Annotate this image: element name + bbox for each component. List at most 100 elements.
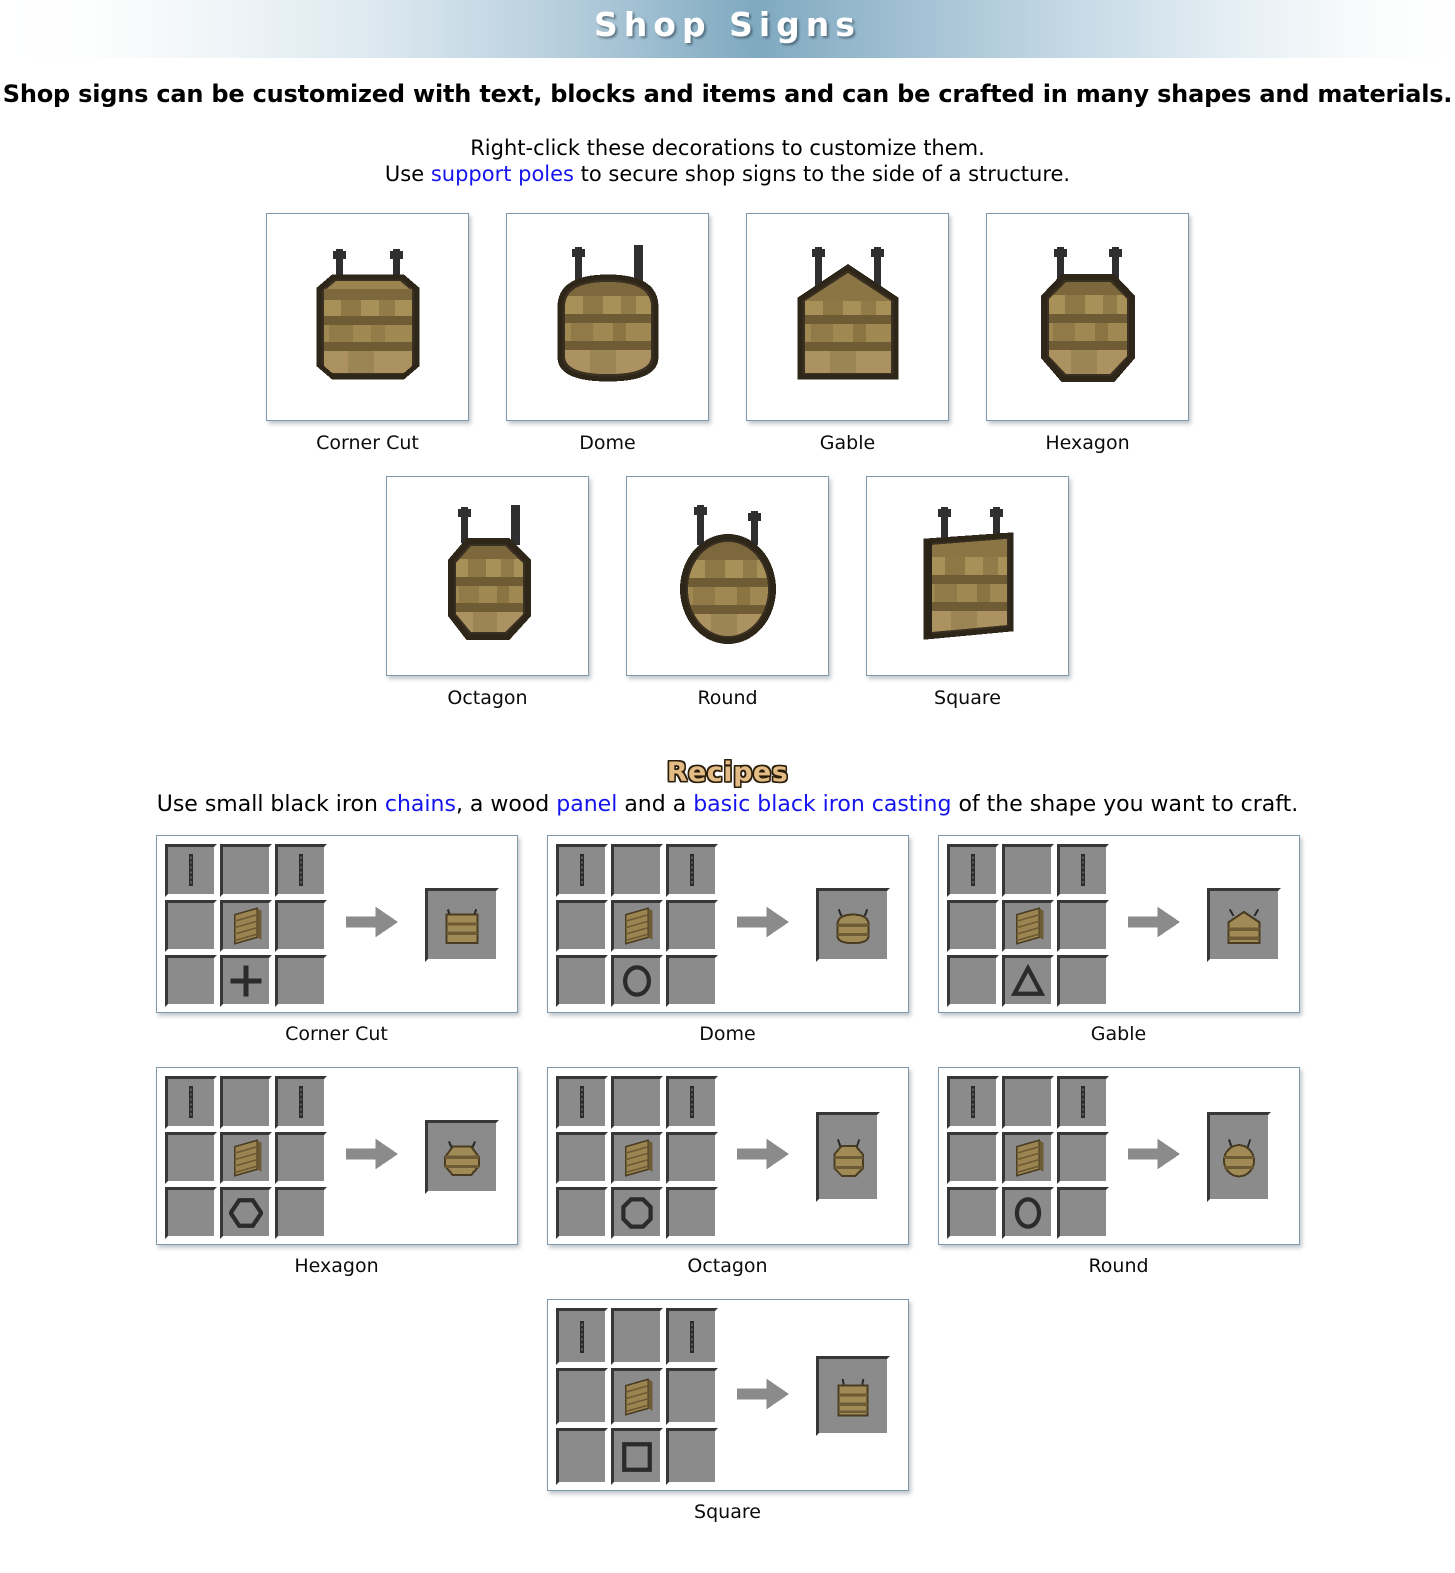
slot-1-1[interactable] — [610, 899, 664, 952]
slot-1-1[interactable] — [610, 1131, 664, 1184]
recipes-section-title: Recipes — [666, 757, 789, 789]
recipe-output-slot-round[interactable] — [1206, 1112, 1271, 1203]
slot-0-2[interactable] — [666, 1308, 719, 1366]
slot-0-0[interactable] — [164, 844, 217, 897]
slot-2-0[interactable] — [946, 1186, 999, 1240]
slot-2-2[interactable] — [1057, 1186, 1110, 1240]
page-header-banner: Shop Signs — [0, 0, 1455, 58]
recipe-output-slot-hexagon[interactable] — [424, 1120, 499, 1195]
slot-1-0[interactable] — [164, 1131, 217, 1184]
slot-0-1[interactable] — [610, 1308, 664, 1366]
recipe-cell-octagon: Octagon — [546, 1067, 909, 1277]
slot-1-2[interactable] — [666, 899, 719, 952]
crafting-grid-corner-cut[interactable] — [164, 844, 328, 1008]
slot-2-2[interactable] — [666, 954, 719, 1008]
slot-1-0[interactable] — [946, 1131, 999, 1184]
slot-2-0[interactable] — [164, 1186, 217, 1240]
shape-card-gable[interactable] — [746, 213, 949, 422]
slot-2-1[interactable] — [219, 954, 273, 1008]
slot-1-2[interactable] — [666, 1131, 719, 1184]
recipe-output-slot-square[interactable] — [815, 1356, 890, 1437]
slot-0-2[interactable] — [275, 844, 328, 897]
recipe-card-square[interactable] — [546, 1299, 909, 1492]
slot-2-1[interactable] — [610, 1186, 664, 1240]
slot-2-2[interactable] — [666, 1186, 719, 1240]
slot-2-0[interactable] — [555, 954, 608, 1008]
recipe-card-dome[interactable] — [546, 835, 909, 1014]
recipe-output-slot-corner-cut[interactable] — [424, 888, 499, 963]
shape-cell-round: Round — [626, 476, 829, 709]
slot-0-0[interactable] — [555, 844, 608, 897]
slot-2-2[interactable] — [1057, 954, 1110, 1008]
crafting-grid-round[interactable] — [946, 1076, 1110, 1240]
slot-2-2[interactable] — [275, 954, 328, 1008]
slot-0-2[interactable] — [666, 844, 719, 897]
slot-0-0[interactable] — [555, 1308, 608, 1366]
slot-0-0[interactable] — [555, 1076, 608, 1129]
slot-2-1[interactable] — [1001, 1186, 1055, 1240]
recipe-card-round[interactable] — [937, 1067, 1300, 1246]
slot-0-1[interactable] — [1001, 844, 1055, 897]
slot-1-2[interactable] — [666, 1368, 719, 1426]
crafting-grid-square[interactable] — [555, 1308, 719, 1486]
slot-2-0[interactable] — [164, 954, 217, 1008]
recipe-card-hexagon[interactable] — [155, 1067, 518, 1246]
slot-0-1[interactable] — [610, 1076, 664, 1129]
slot-2-0[interactable] — [555, 1428, 608, 1486]
intro-line-2-pre: Use — [384, 161, 431, 186]
slot-2-2[interactable] — [666, 1428, 719, 1486]
slot-1-0[interactable] — [164, 899, 217, 952]
basic-black-iron-casting-link[interactable]: basic black iron casting — [693, 792, 951, 817]
crafting-grid-octagon[interactable] — [555, 1076, 719, 1240]
slot-2-1[interactable] — [1001, 954, 1055, 1008]
recipe-output-slot-gable[interactable] — [1206, 888, 1281, 963]
shape-card-square[interactable] — [866, 476, 1069, 677]
recipe-card-octagon[interactable] — [546, 1067, 909, 1246]
slot-1-0[interactable] — [946, 899, 999, 952]
recipe-output-slot-dome[interactable] — [815, 888, 890, 963]
slot-2-1[interactable] — [610, 1428, 664, 1486]
shape-card-round[interactable] — [626, 476, 829, 677]
shape-card-octagon[interactable] — [386, 476, 589, 677]
recipe-card-gable[interactable] — [937, 835, 1300, 1014]
slot-0-0[interactable] — [946, 1076, 999, 1129]
slot-1-0[interactable] — [555, 1131, 608, 1184]
slot-1-2[interactable] — [275, 1131, 328, 1184]
slot-2-0[interactable] — [555, 1186, 608, 1240]
shape-card-corner-cut[interactable] — [266, 213, 469, 422]
slot-0-2[interactable] — [666, 1076, 719, 1129]
crafting-grid-hexagon[interactable] — [164, 1076, 328, 1240]
slot-0-1[interactable] — [219, 1076, 273, 1129]
slot-0-1[interactable] — [610, 844, 664, 897]
slot-2-2[interactable] — [275, 1186, 328, 1240]
slot-2-1[interactable] — [610, 954, 664, 1008]
slot-0-1[interactable] — [219, 844, 273, 897]
slot-2-0[interactable] — [946, 954, 999, 1008]
slot-1-0[interactable] — [555, 899, 608, 952]
slot-1-1[interactable] — [1001, 899, 1055, 952]
slot-0-1[interactable] — [1001, 1076, 1055, 1129]
slot-0-0[interactable] — [946, 844, 999, 897]
support-poles-link[interactable]: support poles — [431, 162, 574, 186]
slot-2-1[interactable] — [219, 1186, 273, 1240]
recipe-card-corner-cut[interactable] — [155, 835, 518, 1014]
slot-0-2[interactable] — [1057, 844, 1110, 897]
slot-1-1[interactable] — [1001, 1131, 1055, 1184]
slot-0-2[interactable] — [1057, 1076, 1110, 1129]
shape-card-hexagon[interactable] — [986, 213, 1189, 422]
panel-link[interactable]: panel — [556, 792, 617, 817]
slot-1-1[interactable] — [219, 1131, 273, 1184]
slot-1-2[interactable] — [1057, 899, 1110, 952]
slot-1-1[interactable] — [610, 1368, 664, 1426]
slot-1-1[interactable] — [219, 899, 273, 952]
slot-0-2[interactable] — [275, 1076, 328, 1129]
crafting-grid-gable[interactable] — [946, 844, 1110, 1008]
chains-link[interactable]: chains — [385, 792, 456, 817]
slot-1-2[interactable] — [1057, 1131, 1110, 1184]
shape-card-dome[interactable] — [506, 213, 709, 422]
crafting-grid-dome[interactable] — [555, 844, 719, 1008]
slot-0-0[interactable] — [164, 1076, 217, 1129]
slot-1-0[interactable] — [555, 1368, 608, 1426]
recipe-output-slot-octagon[interactable] — [815, 1112, 880, 1203]
slot-1-2[interactable] — [275, 899, 328, 952]
